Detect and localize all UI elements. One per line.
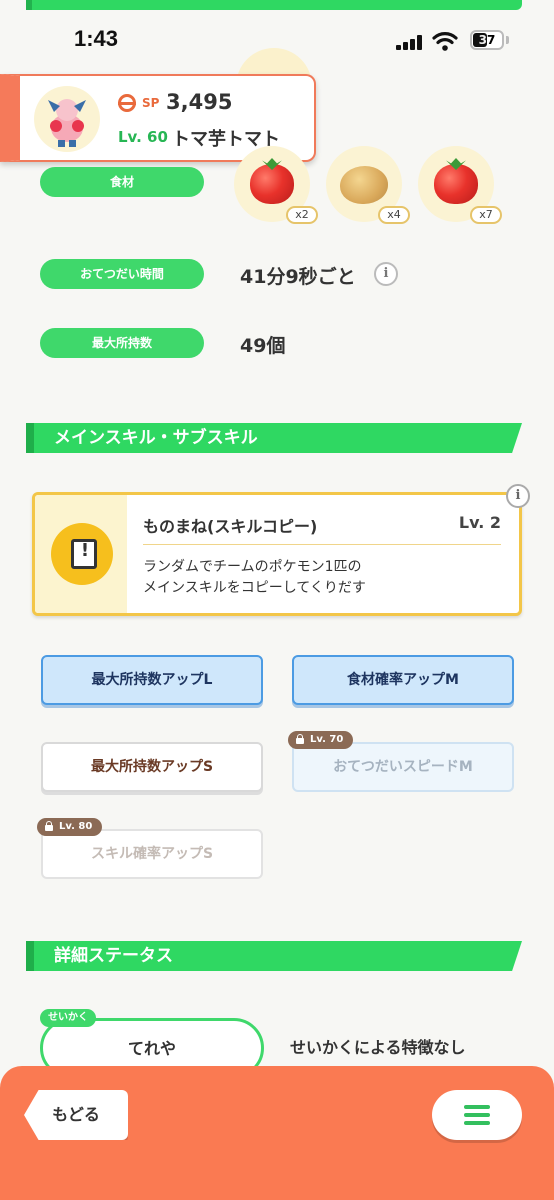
ingredients-label: 食材 <box>40 167 204 197</box>
tomato-icon <box>250 164 294 204</box>
divider <box>143 544 501 545</box>
status-time: 1:43 <box>74 26 119 51</box>
ingredient-slot-3[interactable]: x7 <box>418 146 502 224</box>
pokeball-icon <box>118 94 136 112</box>
sp-label: SP <box>142 96 160 110</box>
info-icon[interactable]: i <box>374 262 398 286</box>
ingredient-count: x4 <box>378 206 410 224</box>
main-skill-description: ランダムでチームのポケモン1匹の メインスキルをコピーしてくりだす <box>143 557 366 599</box>
info-icon[interactable]: i <box>506 484 530 508</box>
skill-copy-icon <box>51 523 113 585</box>
battery-level: 37 <box>478 33 496 47</box>
section-title: メインスキル・サブスキル <box>54 428 258 448</box>
help-time-label: おてつだい時間 <box>40 259 204 289</box>
nature-value: てれや <box>127 1039 176 1058</box>
lock-level-badge: Lv. 70 <box>288 731 354 749</box>
main-skill-card[interactable]: ものまね(スキルコピー) Lv. 2 ランダムでチームのポケモン1匹の メインス… <box>32 492 522 616</box>
back-button[interactable]: もどる <box>24 1090 128 1140</box>
cellular-signal-icon <box>396 34 426 50</box>
sub-skill-button-locked[interactable]: スキル確率アップS <box>41 829 263 879</box>
details-section-header: 詳細ステータス <box>26 941 522 971</box>
sub-skill-button[interactable]: 最大所持数アップS <box>41 742 263 792</box>
main-skill-level: Lv. 2 <box>458 513 501 532</box>
menu-button[interactable] <box>432 1090 522 1140</box>
max-carry-value: 49個 <box>240 335 286 357</box>
ingredient-slot-2[interactable]: x4 <box>326 146 410 224</box>
battery-icon: 37 <box>470 30 504 50</box>
section-title: 詳細ステータス <box>54 946 173 966</box>
pokemon-level: Lv. 60 <box>118 128 168 146</box>
main-skill-name: ものまね(スキルコピー) <box>143 517 318 536</box>
wifi-icon <box>432 32 458 51</box>
nature-tag: せいかく <box>40 1009 96 1027</box>
tomato-icon <box>434 164 478 204</box>
lock-level-badge: Lv. 80 <box>37 818 103 836</box>
max-carry-label: 最大所持数 <box>40 328 204 358</box>
ingredient-count: x7 <box>470 206 502 224</box>
previous-section-header <box>26 0 522 10</box>
sub-skill-button[interactable]: 食材確率アップM <box>292 655 514 705</box>
potato-icon <box>340 166 388 204</box>
sp-value: 3,495 <box>166 90 233 114</box>
description-line: メインスキルをコピーしてくりだす <box>143 580 366 596</box>
nature-description: せいかくによる特徴なし <box>290 1038 466 1057</box>
pokemon-avatar <box>34 86 100 152</box>
help-time-value: 41分9秒ごと <box>240 266 356 288</box>
ingredient-slot-1[interactable]: x2 <box>234 146 318 224</box>
ingredient-count: x2 <box>286 206 318 224</box>
sub-skill-button[interactable]: 最大所持数アップL <box>41 655 263 705</box>
description-line: ランダムでチームのポケモン1匹の <box>143 559 362 575</box>
skills-section-header: メインスキル・サブスキル <box>26 423 522 453</box>
sub-skill-button-locked[interactable]: おてつだいスピードM <box>292 742 514 792</box>
